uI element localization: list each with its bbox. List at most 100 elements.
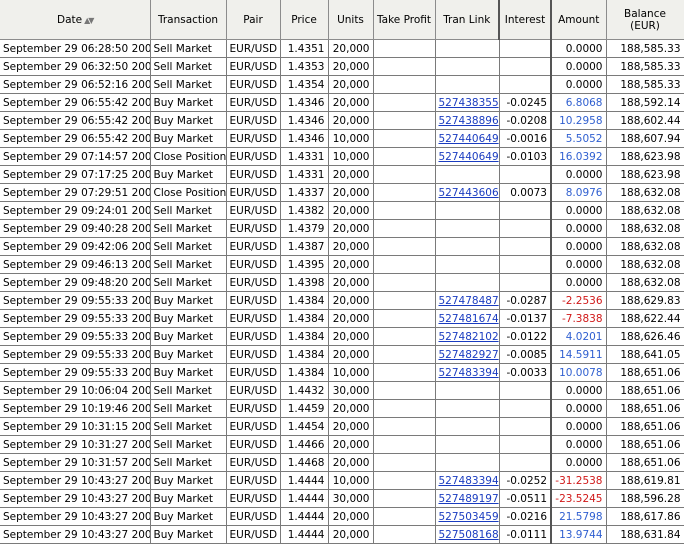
- column-header-interest[interactable]: Interest: [498, 0, 552, 40]
- cell-balance: 188,632.08: [605, 273, 684, 292]
- cell-amount: -23.5245: [550, 489, 607, 508]
- table-row[interactable]: September 29 09:48:20 2008 Sell Market EUR…: [0, 273, 684, 292]
- cell-pair: EUR/USD: [225, 147, 281, 166]
- tran-link[interactable]: 527489197: [439, 493, 499, 505]
- table-row[interactable]: September 29 10:19:46 2008 Sell Market EUR…: [0, 399, 684, 418]
- cell-units: 20,000: [327, 273, 374, 292]
- table-row[interactable]: September 29 09:46:13 2008 Sell Market EUR…: [0, 255, 684, 274]
- cell-transaction: Sell Market: [149, 453, 227, 472]
- table-row[interactable]: September 29 10:31:27 2008 Sell Market EUR…: [0, 435, 684, 454]
- cell-date: September 29 10:43:27 2008: [0, 471, 151, 490]
- cell-take-profit: [372, 147, 436, 166]
- cell-pair: EUR/USD: [225, 291, 281, 310]
- table-row[interactable]: September 29 09:40:28 2008 Sell Market EUR…: [0, 219, 684, 238]
- tran-link[interactable]: 527440649: [439, 133, 499, 145]
- table-row[interactable]: September 29 09:42:06 2008 Sell Market EUR…: [0, 237, 684, 256]
- table-row[interactable]: September 29 09:55:33 2008 Buy Market EUR/…: [0, 291, 684, 310]
- cell-balance: 188,632.08: [605, 255, 684, 274]
- cell-date: September 29 10:06:04 2008: [0, 381, 151, 400]
- table-row[interactable]: September 29 07:29:51 2008 Close Position…: [0, 183, 684, 202]
- table-row[interactable]: September 29 10:43:27 2008 Buy Market EUR/…: [0, 507, 684, 526]
- table-row[interactable]: September 29 06:55:42 2008 Buy Market EUR/…: [0, 129, 684, 148]
- column-header-pair[interactable]: Pair: [225, 0, 281, 40]
- cell-date: September 29 07:14:57 2008: [0, 147, 151, 166]
- cell-interest: -0.0085: [498, 345, 552, 364]
- sort-icon[interactable]: ▲▼: [84, 16, 94, 25]
- tran-link[interactable]: 527481674: [439, 313, 499, 325]
- tran-link[interactable]: 527438355: [439, 97, 499, 109]
- table-row[interactable]: September 29 07:17:25 2008 Buy Market EUR/…: [0, 165, 684, 184]
- column-header-balance[interactable]: Balance (EUR): [605, 0, 684, 40]
- cell-tran-link: [434, 381, 500, 400]
- cell-pair: EUR/USD: [225, 111, 281, 130]
- table-row[interactable]: September 29 06:55:42 2008 Buy Market EUR/…: [0, 111, 684, 130]
- cell-pair: EUR/USD: [225, 183, 281, 202]
- table-row[interactable]: September 29 10:31:57 2008 Sell Market EUR…: [0, 453, 684, 472]
- table-row[interactable]: September 29 07:14:57 2008 Close Position…: [0, 147, 684, 166]
- cell-date: September 29 06:32:50 2008: [0, 57, 151, 76]
- cell-transaction: Sell Market: [149, 237, 227, 256]
- table-row[interactable]: September 29 06:55:42 2008 Buy Market EUR/…: [0, 93, 684, 112]
- cell-tran-link: 527482927: [434, 345, 500, 364]
- column-header-date-label: Date: [57, 13, 83, 26]
- cell-units: 20,000: [327, 327, 374, 346]
- column-header-amount[interactable]: Amount: [550, 0, 607, 40]
- cell-take-profit: [372, 309, 436, 328]
- tran-link[interactable]: 527508168: [439, 529, 499, 541]
- column-header-date[interactable]: Date ▲▼: [0, 0, 151, 40]
- cell-balance: 188,651.06: [605, 453, 684, 472]
- table-row[interactable]: September 29 09:55:33 2008 Buy Market EUR/…: [0, 345, 684, 364]
- cell-tran-link: 527443606: [434, 183, 500, 202]
- cell-price: 1.4454: [279, 417, 329, 436]
- cell-amount: 0.0000: [550, 435, 607, 454]
- cell-tran-link: 527438355: [434, 93, 500, 112]
- table-row[interactable]: September 29 10:06:04 2008 Sell Market EUR…: [0, 381, 684, 400]
- cell-units: 20,000: [327, 453, 374, 472]
- column-header-price[interactable]: Price: [279, 0, 329, 40]
- cell-tran-link: 527503459: [434, 507, 500, 526]
- cell-tran-link: [434, 75, 500, 94]
- cell-take-profit: [372, 237, 436, 256]
- table-row[interactable]: September 29 10:31:15 2008 Sell Market EUR…: [0, 417, 684, 436]
- table-row[interactable]: September 29 06:32:50 2008 Sell Market EUR…: [0, 57, 684, 76]
- table-row[interactable]: September 29 09:24:01 2008 Sell Market EUR…: [0, 201, 684, 220]
- cell-date: September 29 06:55:42 2008: [0, 111, 151, 130]
- cell-amount: 6.8068: [550, 93, 607, 112]
- table-row[interactable]: September 29 10:43:27 2008 Buy Market EUR/…: [0, 471, 684, 490]
- cell-units: 20,000: [327, 309, 374, 328]
- table-row[interactable]: September 29 09:55:33 2008 Buy Market EUR/…: [0, 309, 684, 328]
- table-row[interactable]: September 29 06:52:16 2008 Sell Market EUR…: [0, 75, 684, 94]
- table-row[interactable]: September 29 06:28:50 2008 Sell Market EUR…: [0, 39, 684, 58]
- cell-take-profit: [372, 399, 436, 418]
- tran-link[interactable]: 527443606: [439, 187, 499, 199]
- column-header-units[interactable]: Units: [327, 0, 374, 40]
- cell-tran-link: [434, 237, 500, 256]
- cell-interest: [498, 237, 552, 256]
- cell-units: 20,000: [327, 399, 374, 418]
- tran-link[interactable]: 527483394: [439, 367, 499, 379]
- cell-pair: EUR/USD: [225, 93, 281, 112]
- table-row[interactable]: September 29 09:55:33 2008 Buy Market EUR/…: [0, 363, 684, 382]
- tran-link[interactable]: 527482102: [439, 331, 499, 343]
- cell-balance: 188,602.44: [605, 111, 684, 130]
- cell-amount: -7.3838: [550, 309, 607, 328]
- cell-price: 1.4331: [279, 147, 329, 166]
- table-body: September 29 06:28:50 2008 Sell Market EUR…: [0, 39, 684, 544]
- tran-link[interactable]: 527440649: [439, 151, 499, 163]
- tran-link[interactable]: 527478487: [439, 295, 499, 307]
- column-header-tran-link[interactable]: Tran Link: [434, 0, 500, 40]
- cell-interest: [498, 417, 552, 436]
- cell-transaction: Sell Market: [149, 417, 227, 436]
- column-header-take-profit[interactable]: Take Profit: [372, 0, 436, 40]
- tran-link[interactable]: 527482927: [439, 349, 499, 361]
- cell-units: 10,000: [327, 471, 374, 490]
- tran-link[interactable]: 527503459: [439, 511, 499, 523]
- tran-link[interactable]: 527483394: [439, 475, 499, 487]
- cell-pair: EUR/USD: [225, 327, 281, 346]
- cell-take-profit: [372, 111, 436, 130]
- tran-link[interactable]: 527438896: [439, 115, 499, 127]
- cell-pair: EUR/USD: [225, 453, 281, 472]
- column-header-transaction[interactable]: Transaction: [149, 0, 227, 40]
- table-row[interactable]: September 29 09:55:33 2008 Buy Market EUR/…: [0, 327, 684, 346]
- table-row[interactable]: September 29 10:43:27 2008 Buy Market EUR/…: [0, 489, 684, 508]
